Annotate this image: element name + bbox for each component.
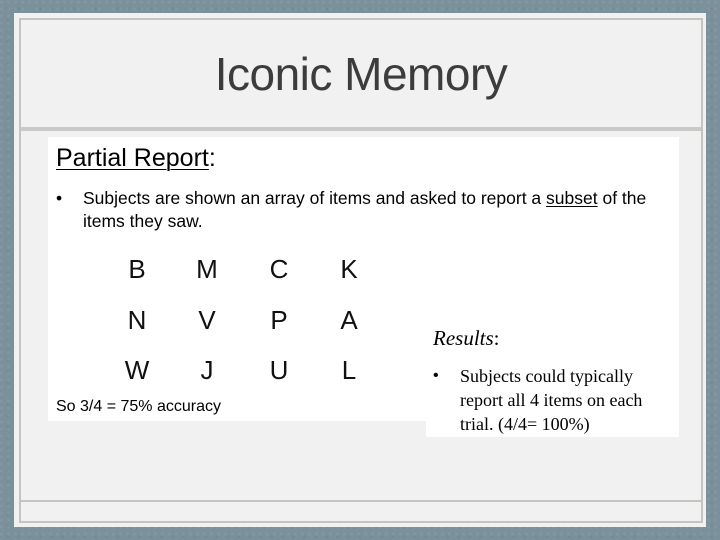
results-heading-colon: : bbox=[493, 326, 500, 350]
accuracy-text: So 3/4 = 75% accuracy bbox=[56, 398, 221, 415]
subset-word: subset bbox=[546, 188, 598, 208]
section-heading-text: Partial Report bbox=[56, 144, 209, 172]
results-text: Subjects could typically report all 4 it… bbox=[460, 366, 643, 434]
grid-letter: W bbox=[124, 355, 150, 385]
grid-letter: N bbox=[127, 305, 147, 335]
section-heading: Partial Report: bbox=[56, 141, 216, 175]
description-text-part: Subjects are shown an array of items and… bbox=[83, 188, 547, 208]
grid-letter: P bbox=[270, 305, 288, 335]
results-heading-text: Results bbox=[433, 326, 494, 350]
grid-letter: M bbox=[196, 254, 218, 284]
grid-letter: L bbox=[341, 355, 357, 385]
grid-letter: V bbox=[198, 305, 216, 335]
results-heading: Results: bbox=[433, 325, 500, 351]
grid-letter: U bbox=[269, 355, 289, 385]
grid-letter: A bbox=[340, 305, 358, 335]
bullet-icon: • bbox=[56, 188, 63, 208]
bullet-icon: • bbox=[433, 367, 439, 384]
grid-letter: J bbox=[200, 355, 214, 385]
grid-letter: B bbox=[128, 254, 146, 284]
grid-letter: C bbox=[269, 254, 289, 284]
section-heading-colon: : bbox=[208, 144, 216, 172]
footer-divider bbox=[21, 500, 701, 502]
description-text: Subjects are shown an array of items and… bbox=[83, 187, 683, 233]
slide-title: Iconic Memory bbox=[214, 48, 508, 100]
title-divider bbox=[21, 127, 701, 131]
grid-letter: K bbox=[340, 254, 358, 284]
